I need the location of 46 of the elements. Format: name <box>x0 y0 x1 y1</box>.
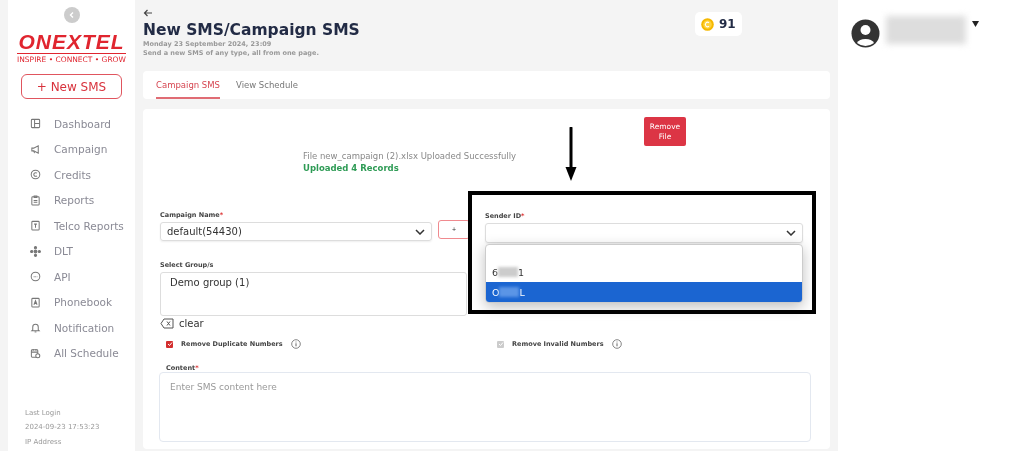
chevron-down-icon <box>786 230 796 236</box>
info-icon <box>290 339 301 349</box>
campaign-name-select[interactable]: default(54430) <box>160 222 432 241</box>
groups-field[interactable]: Demo group (1) <box>160 272 467 316</box>
dashboard-icon <box>30 118 41 130</box>
new-sms-button[interactable]: + New SMS <box>21 74 122 99</box>
dropdown-option[interactable]: 6 1 <box>486 262 802 282</box>
annotation-arrow <box>565 127 577 182</box>
api-icon <box>30 271 41 283</box>
nav-item[interactable]: DLT <box>54 245 73 258</box>
clear-link[interactable]: clear <box>179 318 204 329</box>
backspace-icon <box>160 318 174 329</box>
caret-icon[interactable] <box>972 21 979 27</box>
content-field[interactable]: Enter SMS content here <box>159 372 811 442</box>
brand-logo: ONEXTEL <box>18 31 125 53</box>
nav-item[interactable]: Telco Reports <box>54 219 124 232</box>
avatar-icon[interactable] <box>851 19 880 48</box>
page-title: New SMS/Campaign SMS <box>143 20 360 40</box>
dropdown-option[interactable]: O L <box>486 282 802 302</box>
checkbox[interactable] <box>166 340 173 348</box>
nav-item[interactable]: All Schedule <box>54 347 119 360</box>
document-icon <box>30 220 41 232</box>
nav-item[interactable]: Reports <box>54 194 95 207</box>
coin-icon <box>701 17 714 31</box>
copyright-icon <box>30 169 41 181</box>
tab[interactable]: View Schedule <box>236 71 298 99</box>
upload-message: File new_campaign (2).xlsx Uploaded Successfully <box>303 150 518 162</box>
chevron-down-icon <box>415 228 425 235</box>
info-icon <box>611 339 622 349</box>
chevron-left-icon <box>67 11 76 19</box>
network-icon <box>30 245 41 257</box>
back-arrow-icon[interactable] <box>143 9 153 17</box>
nav-item[interactable]: Notification <box>54 321 115 334</box>
contact-card-icon <box>30 296 41 308</box>
clipboard-icon <box>30 194 41 206</box>
bell-icon <box>30 322 41 334</box>
calendar-clock-icon <box>30 347 41 359</box>
tab[interactable]: Campaign SMS <box>156 71 220 99</box>
megaphone-icon <box>30 143 41 155</box>
nav-item[interactable]: Phonebook <box>54 296 113 309</box>
upload-count: Uploaded 4 Records <box>303 162 400 174</box>
nav-item[interactable]: Dashboard <box>54 117 111 130</box>
nav-item[interactable]: Credits <box>54 168 92 181</box>
nav-item[interactable]: API <box>54 270 71 283</box>
credits-badge: 91 <box>695 12 742 36</box>
nav-item[interactable]: Campaign <box>54 143 108 156</box>
